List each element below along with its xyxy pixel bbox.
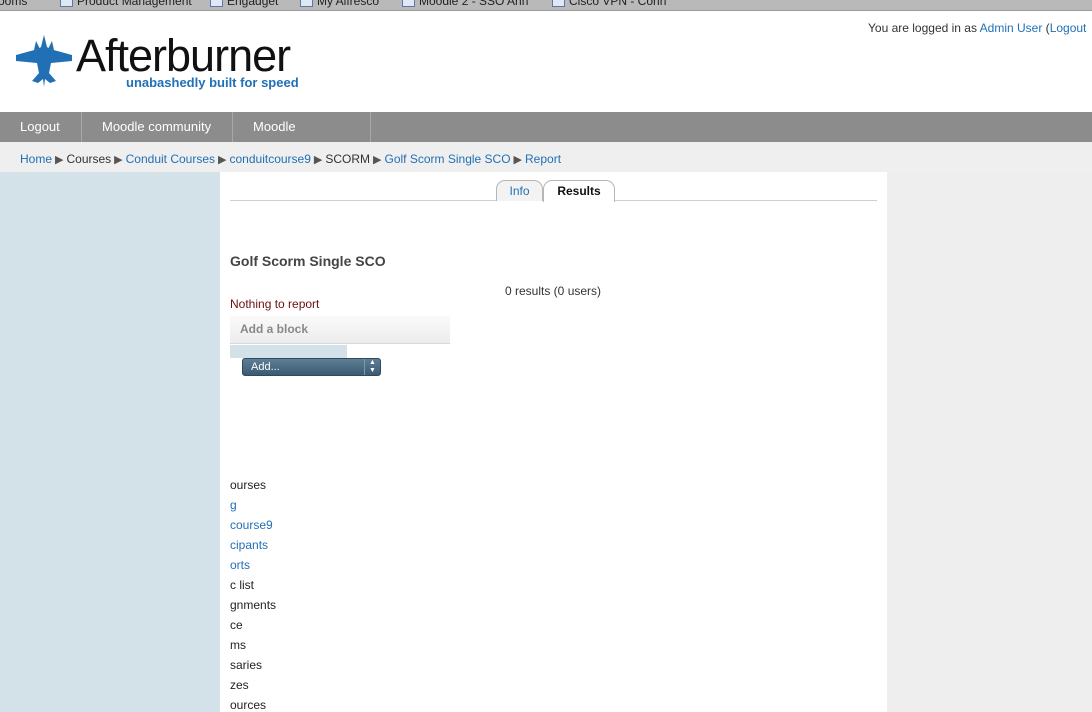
bookmark-item[interactable]: Cisco VPN - Conn: [552, 0, 666, 8]
bookmark-item[interactable]: Engadget: [210, 0, 278, 8]
list-item[interactable]: course9: [230, 517, 276, 537]
folder-icon: [60, 0, 73, 7]
list-item: ourses: [230, 478, 267, 492]
add-block-header: Add a block: [230, 316, 450, 344]
breadcrumb-report[interactable]: Report: [525, 152, 561, 166]
main-content: Info Results Golf Scorm Single SCO 0 res…: [220, 172, 887, 712]
list-item[interactable]: orts: [230, 557, 276, 577]
page-title: Golf Scorm Single SCO: [230, 253, 386, 269]
results-count: 0 results (0 users): [505, 284, 602, 298]
breadcrumb-separator-icon: ▶: [313, 154, 323, 166]
breadcrumb-separator-icon: ▶: [114, 154, 123, 166]
bookmark-icon: [552, 0, 565, 7]
select-arrows-icon: ▲ ▼: [364, 359, 380, 375]
list-item: ce: [230, 618, 243, 632]
breadcrumb: Home ▶ Courses ▶ Conduit Courses ▶ conduitcour…: [0, 142, 1092, 172]
bookmark-item[interactable]: Moodle 2 - SSO Ann: [402, 0, 528, 8]
add-block-body: [230, 345, 347, 358]
breadcrumb-conduitcourse9[interactable]: conduitcourse9: [230, 152, 311, 166]
navigation-list: ourses g course9 cipants orts c list gnm…: [230, 477, 276, 712]
breadcrumb-home[interactable]: Home: [20, 152, 52, 166]
site-brand: Afterburner: [76, 30, 291, 81]
list-item: ms: [230, 638, 246, 652]
list-item[interactable]: g: [230, 497, 276, 517]
breadcrumb-separator-icon: ▶: [55, 154, 64, 166]
bookmark-icon: [300, 0, 313, 7]
list-item: zes: [230, 678, 249, 692]
bookmark-item[interactable]: rooms: [0, 0, 27, 8]
nav-item-logout[interactable]: Logout: [0, 112, 82, 142]
site-tagline: unabashedly built for speed: [126, 75, 299, 90]
tab-results[interactable]: Results: [543, 180, 615, 202]
list-item: ources: [230, 698, 267, 712]
breadcrumb-separator-icon: ▶: [373, 154, 382, 166]
breadcrumb-golf-scorm[interactable]: Golf Scorm Single SCO: [385, 152, 511, 166]
bookmarks-bar: rooms Product Management Engadget My Alf…: [0, 0, 1092, 11]
jet-logo-icon: [16, 35, 72, 87]
tab-info[interactable]: Info: [496, 180, 543, 201]
breadcrumb-courses: Courses: [66, 152, 112, 166]
bookmark-icon: [210, 0, 223, 7]
breadcrumb-separator-icon: ▶: [218, 154, 227, 166]
list-item: gnments: [230, 598, 277, 612]
breadcrumb-separator-icon: ▶: [513, 154, 523, 166]
bookmark-item[interactable]: Product Management: [60, 0, 192, 8]
add-block-select-value: Add...: [251, 361, 280, 373]
user-profile-link[interactable]: Admin User: [980, 21, 1043, 35]
breadcrumb-scorm: SCORM: [325, 152, 371, 166]
breadcrumb-conduit-courses[interactable]: Conduit Courses: [126, 152, 215, 166]
nav-item-moodle-company[interactable]: Moodle company: [233, 112, 371, 163]
custom-menu-bar: Logout Moodle community Moodle company: [0, 112, 1092, 163]
list-item: c list: [230, 578, 254, 592]
left-column: [0, 172, 220, 712]
bookmark-icon: [402, 0, 415, 7]
bookmark-item[interactable]: My Alfresco: [300, 0, 379, 8]
nothing-to-report-message: Nothing to report: [230, 297, 320, 311]
nav-item-moodle-community[interactable]: Moodle community: [82, 112, 233, 142]
logout-link[interactable]: Logout: [1050, 21, 1087, 35]
list-item: saries: [230, 658, 263, 672]
site-header: Afterburner unabashedly built for speed …: [0, 11, 1092, 112]
right-column: [887, 172, 1092, 712]
add-block-select[interactable]: Add... ▲ ▼: [242, 358, 381, 376]
login-info: You are logged in as Admin User (Logout: [868, 21, 1087, 35]
list-item[interactable]: cipants: [230, 537, 276, 557]
